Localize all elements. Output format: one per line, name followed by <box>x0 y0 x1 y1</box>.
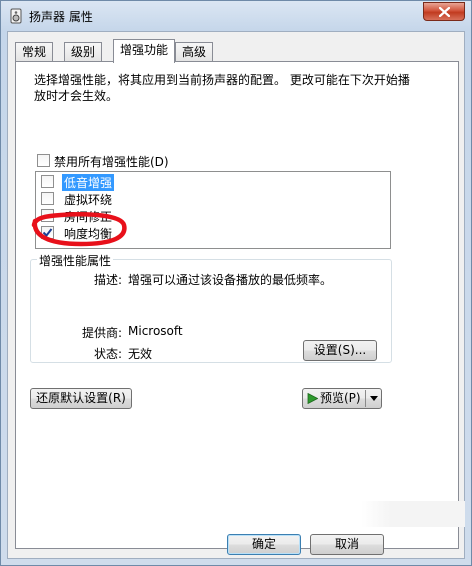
close-icon <box>439 7 450 17</box>
provider-label: 提供商: <box>82 326 123 340</box>
red-highlight-circle <box>31 212 127 247</box>
status-label: 状态: <box>94 347 123 361</box>
enhancement-checkbox[interactable] <box>41 192 54 205</box>
enhancement-label: 虚拟环绕 <box>64 193 113 207</box>
tab-general[interactable]: 常规 <box>15 42 54 62</box>
list-item[interactable]: 虚拟环绕 <box>36 190 390 207</box>
cancel-button[interactable]: 取消 <box>310 534 384 555</box>
dialog-client-area: 常规 级别 增强功能 高级 选择增强性能，将其应用到当前扬声器的配置。 更改可能… <box>7 31 465 559</box>
preview-button[interactable]: 预览(P) <box>302 388 382 409</box>
preview-label: 预览(P) <box>320 391 361 405</box>
tab-enhancements[interactable]: 增强功能 <box>113 39 176 63</box>
status-value: 无效 <box>128 347 153 361</box>
preview-main-button[interactable]: 预览(P) <box>303 389 365 408</box>
speaker-icon <box>10 8 22 24</box>
speaker-properties-window: 扬声器 属性 常规 级别 增强功能 高级 选择增强性能，将其应用到当前扬声器的配… <box>0 0 472 566</box>
tab-levels[interactable]: 级别 <box>64 42 103 62</box>
disable-all-checkbox[interactable] <box>37 154 50 167</box>
enhancement-label: 低音增强 <box>62 174 115 191</box>
list-item[interactable]: 低音增强 <box>36 173 390 191</box>
preview-dropdown[interactable] <box>367 389 381 408</box>
play-icon <box>307 393 318 404</box>
disable-all-label: 禁用所有增强性能(D) <box>54 155 169 169</box>
enhancement-checkbox[interactable] <box>41 175 54 188</box>
enhancements-panel: 选择增强性能，将其应用到当前扬声器的配置。 更改可能在下次开始播放时才会生效。 … <box>15 61 459 549</box>
image-watermark-fade <box>361 501 465 527</box>
description-value: 增强可以通过该设备播放的最低频率。 <box>128 273 333 287</box>
close-button[interactable] <box>423 2 465 21</box>
properties-group-label: 增强性能属性 <box>37 252 114 269</box>
preview-separator <box>365 390 366 407</box>
enhancements-description: 选择增强性能，将其应用到当前扬声器的配置。 更改可能在下次开始播放时才会生效。 <box>34 73 410 103</box>
tab-advanced[interactable]: 高级 <box>175 42 214 62</box>
title-bar[interactable]: 扬声器 属性 <box>1 1 471 31</box>
chevron-down-icon <box>370 396 378 401</box>
description-label: 描述: <box>94 273 123 287</box>
window-title: 扬声器 属性 <box>29 10 93 24</box>
enhancement-properties-group: 增强性能属性 描述: 增强可以通过该设备播放的最低频率。 提供商: Micros… <box>30 252 392 363</box>
settings-button[interactable]: 设置(S)... <box>303 340 377 361</box>
ok-button[interactable]: 确定 <box>227 534 301 555</box>
provider-value: Microsoft <box>128 324 183 338</box>
restore-defaults-button[interactable]: 还原默认设置(R) <box>30 388 132 409</box>
